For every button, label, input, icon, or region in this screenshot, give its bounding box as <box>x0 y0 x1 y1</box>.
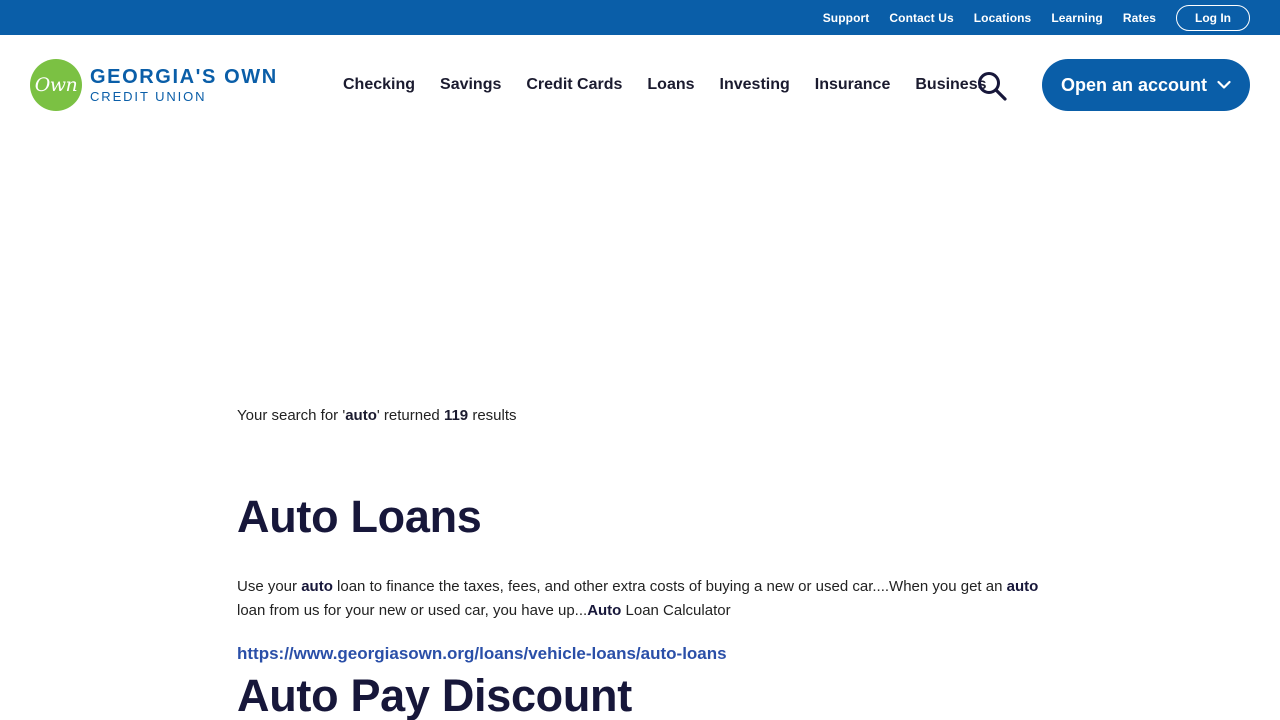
logo-wordmark: GEORGIA'S OWN CREDIT UNION <box>90 67 278 103</box>
nav-item-investing[interactable]: Investing <box>720 76 790 94</box>
utility-link-learning[interactable]: Learning <box>1051 11 1102 25</box>
logo-line-2: CREDIT UNION <box>90 89 207 104</box>
search-button[interactable] <box>976 71 1008 101</box>
nav-item-checking[interactable]: Checking <box>343 76 415 94</box>
snippet-text: Loan Calculator <box>621 602 731 619</box>
search-term: auto <box>345 407 377 424</box>
search-results: Your search for 'auto' returned 119 resu… <box>237 405 1057 720</box>
utility-bar: Support Contact Us Locations Learning Ra… <box>0 0 1280 35</box>
summary-suffix: results <box>468 407 517 424</box>
search-icon <box>978 72 1007 101</box>
logo[interactable]: Own GEORGIA'S OWN CREDIT UNION <box>30 59 278 111</box>
summary-middle: ' returned <box>376 407 444 424</box>
chevron-down-icon <box>1217 80 1231 89</box>
utility-nav: Support Contact Us Locations Learning Ra… <box>803 0 1250 35</box>
open-account-label: Open an account <box>1060 74 1208 95</box>
result-url[interactable]: https://www.georgiasown.org/loans/vehicl… <box>237 644 1057 664</box>
summary-prefix: Your search for ' <box>237 407 346 424</box>
main-header: Own GEORGIA'S OWN CREDIT UNION Checking … <box>0 35 1280 135</box>
utility-link-rates[interactable]: Rates <box>1123 11 1156 25</box>
result-title[interactable]: Auto Loans <box>237 491 1057 543</box>
nav-item-insurance[interactable]: Insurance <box>815 76 891 94</box>
nav-item-credit-cards[interactable]: Credit Cards <box>526 76 622 94</box>
snippet-highlight: auto <box>301 578 333 595</box>
result-title[interactable]: Auto Pay Discount <box>237 670 1057 720</box>
search-summary: Your search for 'auto' returned 119 resu… <box>237 405 1057 427</box>
nav-item-loans[interactable]: Loans <box>647 76 694 94</box>
logo-mark: Own <box>30 59 82 111</box>
main-nav: Checking Savings Credit Cards Loans Inve… <box>343 73 1012 97</box>
utility-link-support[interactable]: Support <box>823 11 870 25</box>
snippet-text: loan to finance the taxes, fees, and oth… <box>332 578 1007 595</box>
result-count: 119 <box>443 407 469 424</box>
open-account-button[interactable]: Open an account <box>1042 59 1250 111</box>
snippet-text: loan from us for your new or used car, y… <box>237 602 588 619</box>
logo-line-1: GEORGIA'S OWN <box>90 66 278 88</box>
nav-item-savings[interactable]: Savings <box>440 76 501 94</box>
utility-link-locations[interactable]: Locations <box>974 11 1032 25</box>
snippet-text: Use your <box>237 578 302 595</box>
result-snippet: Use your auto loan to finance the taxes,… <box>237 575 1047 623</box>
snippet-highlight: auto <box>1006 578 1039 595</box>
utility-link-contact-us[interactable]: Contact Us <box>889 11 953 25</box>
login-button[interactable]: Log In <box>1176 4 1250 31</box>
snippet-highlight: Auto <box>587 602 622 619</box>
